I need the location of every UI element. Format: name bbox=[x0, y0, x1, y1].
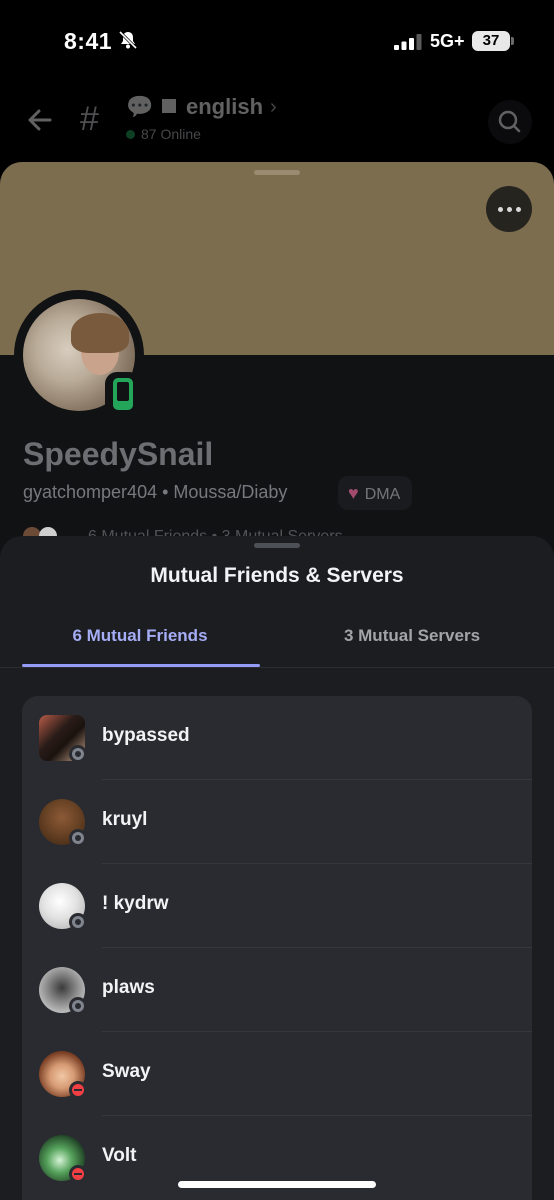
home-indicator[interactable] bbox=[178, 1181, 376, 1188]
offline-status-icon bbox=[69, 997, 87, 1015]
channel-header: # 💬 english › 87 Online bbox=[0, 86, 554, 162]
signal-icon bbox=[394, 34, 422, 50]
avatar bbox=[39, 883, 87, 931]
dma-badge[interactable]: ♥ DMA bbox=[338, 476, 413, 510]
avatar bbox=[39, 715, 87, 763]
tab-mutual-servers[interactable]: 3 Mutual Servers bbox=[294, 626, 530, 646]
bell-muted-icon bbox=[118, 30, 138, 50]
square-icon bbox=[162, 99, 176, 113]
list-item[interactable]: plaws bbox=[22, 948, 532, 1032]
dnd-status-icon bbox=[69, 1081, 87, 1099]
online-dot bbox=[126, 130, 135, 139]
avatar bbox=[39, 1051, 87, 1099]
profile-display-name: SpeedySnail bbox=[23, 436, 214, 472]
profile-drag-handle[interactable] bbox=[254, 170, 300, 175]
tab-divider bbox=[0, 667, 554, 668]
search-icon bbox=[498, 110, 521, 133]
tab-mutual-friends[interactable]: 6 Mutual Friends bbox=[22, 626, 258, 646]
offline-status-icon bbox=[69, 745, 87, 763]
chevron-right-icon: › bbox=[270, 96, 277, 118]
hash-icon: # bbox=[80, 100, 99, 138]
avatar bbox=[39, 799, 87, 847]
avatar bbox=[39, 967, 87, 1015]
list-item[interactable]: kruyl bbox=[22, 780, 532, 864]
offline-status-icon bbox=[69, 913, 87, 931]
list-item[interactable]: ! kydrw bbox=[22, 864, 532, 948]
dma-badge-label: DMA bbox=[364, 486, 401, 503]
back-arrow-icon[interactable] bbox=[24, 104, 56, 136]
dnd-status-icon bbox=[69, 1165, 87, 1183]
status-bar: 8:41 5G+ 37 bbox=[0, 0, 554, 86]
status-time: 8:41 bbox=[64, 28, 113, 54]
friend-list: bypassed kruyl ! kydrw plaws Sway Volt bbox=[22, 696, 532, 1200]
dot-icon bbox=[515, 206, 521, 212]
friend-name: kruyl bbox=[102, 809, 148, 830]
more-options-button[interactable] bbox=[486, 186, 532, 232]
dot-icon bbox=[497, 206, 503, 212]
offline-status-icon bbox=[69, 829, 87, 847]
profile-handle: gyatchomper404 • Moussa/Diaby bbox=[23, 482, 288, 502]
sheet-drag-handle[interactable] bbox=[254, 543, 300, 548]
battery-icon: 37 bbox=[472, 31, 510, 51]
sheet-title: Mutual Friends & Servers bbox=[150, 564, 404, 587]
friend-name: plaws bbox=[102, 977, 155, 998]
online-count: 87 Online bbox=[141, 126, 201, 142]
search-button[interactable] bbox=[488, 100, 532, 144]
list-item[interactable]: bypassed bbox=[22, 696, 532, 780]
friend-name: Volt bbox=[102, 1145, 137, 1166]
speech-bubble-icon: 💬 bbox=[126, 94, 154, 119]
channel-name[interactable]: english bbox=[186, 94, 263, 120]
friend-name: bypassed bbox=[102, 725, 190, 746]
friend-name: Sway bbox=[102, 1061, 151, 1082]
friend-name: ! kydrw bbox=[102, 893, 169, 914]
network-type: 5G+ bbox=[430, 31, 465, 51]
mobile-status-icon bbox=[105, 372, 141, 416]
mutuals-sheet: Mutual Friends & Servers 6 Mutual Friend… bbox=[0, 536, 554, 1200]
list-item[interactable]: Sway bbox=[22, 1032, 532, 1116]
battery-tip bbox=[511, 37, 514, 45]
heart-icon: ♥ bbox=[348, 483, 359, 503]
dot-icon bbox=[506, 206, 512, 212]
avatar bbox=[39, 1135, 87, 1183]
